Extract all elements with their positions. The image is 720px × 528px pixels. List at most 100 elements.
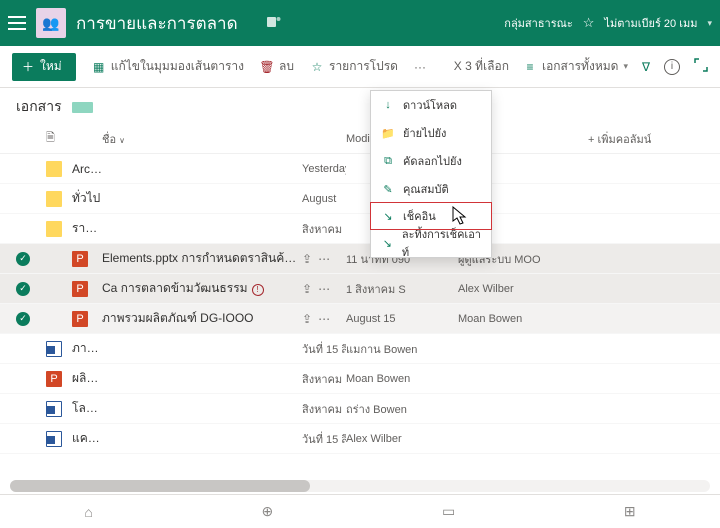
file-name[interactable]: Elements.pptx การกำหนดตราสินค้า! <box>102 249 302 268</box>
delete-label: ลบ <box>279 57 294 76</box>
row-more-icon[interactable]: ⋯ <box>118 402 130 416</box>
file-list: 🗎 ชื่อ∨ Modified + เพิ่มคอลัมน์ ✓ Archive… <box>0 124 720 454</box>
nav-globe-icon[interactable]: ⊕ <box>262 503 274 520</box>
site-logo[interactable]: 👥 <box>36 8 66 38</box>
file-type-header[interactable]: 🗎 <box>46 129 72 148</box>
file-type-icon <box>46 221 62 237</box>
horizontal-scrollbar[interactable] <box>10 480 710 492</box>
move-icon: 📁 <box>381 126 395 140</box>
nav-add-icon[interactable]: ⊞ <box>624 503 636 520</box>
menu-copy[interactable]: ⧉ คัดลอกไปยัง <box>371 147 491 175</box>
file-type-icon <box>46 401 62 417</box>
table-row[interactable]: ✓ภาพรวมผลิตภัณฑ์ DG-2000.doa⇪⋯วันที่ 15 … <box>0 334 720 364</box>
menu-move-label: ย้ายไปยัง <box>403 124 446 142</box>
download-icon: ↓ <box>381 98 395 112</box>
file-name[interactable]: ภาพรวมผลิตภัณฑ์ DG-IOOO <box>102 309 302 328</box>
info-icon[interactable]: i <box>664 59 680 75</box>
row-more-icon[interactable]: ⋯ <box>118 222 130 236</box>
delete-button[interactable]: 🗑 ลบ <box>260 57 294 76</box>
file-name[interactable]: ทั่วไป <box>72 189 102 208</box>
row-more-icon[interactable]: ⋯ <box>318 282 330 296</box>
modified-cell: วันที่ 15 สิงหาคม <box>302 340 346 358</box>
edit-grid-button[interactable]: ▦ แก้ไขในมุมมองเส้นตาราง <box>92 57 244 76</box>
more-button[interactable]: ··· <box>414 60 426 74</box>
table-row[interactable]: ✓โลผลิตภัณฑ์ DG-2000⇪⋯สิงหาคม 15ถร่าง Bo… <box>0 394 720 424</box>
share-icon[interactable]: ⇪ <box>102 222 112 236</box>
row-more-icon[interactable]: ⋯ <box>118 342 130 356</box>
row-more-icon[interactable]: ⋯ <box>118 162 130 176</box>
file-name[interactable]: แคมเปญการตลาดระหว่างประเทศ doa <box>72 429 102 448</box>
modified-cell: Yesterday <box>302 163 346 175</box>
row-checkmark[interactable]: ✓ <box>16 252 30 266</box>
menu-discard-checkout[interactable]: ↘ ละทิ้งการเช็คเอาท์ <box>371 229 491 257</box>
share-icon[interactable]: ⇪ <box>102 192 112 206</box>
add-column-button[interactable]: + เพิ่มคอลัมน์ <box>588 130 688 148</box>
modified-cell: สิงหาคม <box>302 220 346 238</box>
name-header[interactable]: ชื่อ∨ <box>102 130 302 148</box>
file-name[interactable]: โลผลิตภัณฑ์ DG-2000 <box>72 399 102 418</box>
table-row[interactable]: ✓ทั่วไป⇪⋯August <box>0 184 720 214</box>
modified-by-cell: Moan Bowen <box>458 313 588 325</box>
row-more-icon[interactable]: ⋯ <box>118 192 130 206</box>
table-row[interactable]: ✓Archive⇪⋯Yesterday <box>0 154 720 184</box>
share-icon[interactable]: ⇪ <box>102 342 112 356</box>
selection-count[interactable]: X 3 ที่เลือก <box>454 57 509 76</box>
teams-icon[interactable] <box>266 14 282 33</box>
new-button[interactable]: ＋ ใหม่ <box>12 53 76 81</box>
table-row[interactable]: ✓รายงานรายเดือน⇪⋯สิงหาคม <box>0 214 720 244</box>
visibility-label: กลุ่มสาธารณะ <box>504 14 572 32</box>
file-name[interactable]: Ca การตลาดข้ามวัฒนธรรม! <box>102 279 302 298</box>
file-name[interactable]: Archive <box>72 162 102 176</box>
context-menu: ↓ ดาวน์โหลด 📁 ย้ายไปยัง ⧉ คัดลอกไปยัง ✎ … <box>370 90 492 258</box>
properties-icon: ✎ <box>381 182 395 196</box>
table-row[interactable]: ✓PElements.pptx การกำหนดตราสินค้า!⇪⋯11 น… <box>0 244 720 274</box>
star-icon[interactable]: ☆ <box>583 15 595 31</box>
share-icon[interactable]: ⇪ <box>102 432 112 446</box>
menu-properties[interactable]: ✎ คุณสมบัติ <box>371 175 491 203</box>
share-icon[interactable]: ⇪ <box>302 282 312 296</box>
app-bar: 👥 การขายและการตลาด กลุ่มสาธารณะ ☆ ไม่ตาม… <box>0 0 720 46</box>
scrollbar-thumb[interactable] <box>10 480 310 492</box>
file-type-icon: P <box>72 281 88 297</box>
file-name[interactable]: ผลิตภัณฑ์ Pitch.pptx DG-2000 <box>72 369 102 388</box>
table-row[interactable]: ✓PCa การตลาดข้ามวัฒนธรรม!⇪⋯1 สิงหาคม SAl… <box>0 274 720 304</box>
row-more-icon[interactable]: ⋯ <box>118 372 130 386</box>
view-switcher[interactable]: ≡ เอกสารทั้งหมด ▾ <box>523 57 628 76</box>
modified-cell: วันที่ 15 สิงหาคม <box>302 430 346 448</box>
share-icon[interactable]: ⇪ <box>102 402 112 416</box>
members-label[interactable]: ไม่ตามเบียร์ 20 เมม <box>604 14 697 32</box>
expand-icon[interactable] <box>694 58 708 75</box>
row-checkmark[interactable]: ✓ <box>16 312 30 326</box>
pin-button[interactable]: ☆ รายการโปรด <box>310 57 398 76</box>
menu-button[interactable] <box>8 16 26 30</box>
menu-download[interactable]: ↓ ดาวน์โหลด <box>371 91 491 119</box>
breadcrumb[interactable]: เอกสาร <box>16 96 62 118</box>
share-icon[interactable]: ⇪ <box>102 372 112 386</box>
menu-checkin[interactable]: ↘ เช็คอิน <box>370 202 492 230</box>
share-icon[interactable]: ⇪ <box>102 162 112 176</box>
menu-download-label: ดาวน์โหลด <box>403 96 457 114</box>
row-checkmark[interactable]: ✓ <box>16 282 30 296</box>
row-more-icon[interactable]: ⋯ <box>118 432 130 446</box>
menu-move[interactable]: 📁 ย้ายไปยัง <box>371 119 491 147</box>
modified-by-cell: Alex Wilber <box>458 283 588 295</box>
row-more-icon[interactable]: ⋯ <box>318 252 330 266</box>
share-icon[interactable]: ⇪ <box>302 312 312 326</box>
checkin-icon: ↘ <box>381 209 395 223</box>
table-row[interactable]: ✓แคมเปญการตลาดระหว่างประเทศ doa⇪⋯วันที่ … <box>0 424 720 454</box>
table-row[interactable]: ✓Pผลิตภัณฑ์ Pitch.pptx DG-2000⇪⋯สิงหาคม … <box>0 364 720 394</box>
file-type-icon <box>46 431 62 447</box>
nav-home-icon[interactable]: ⌂ <box>84 504 92 520</box>
share-icon[interactable]: ⇪ <box>302 252 312 266</box>
modified-cell: August 15 <box>346 313 458 325</box>
row-more-icon[interactable]: ⋯ <box>318 312 330 326</box>
nav-files-icon[interactable]: ▭ <box>442 503 455 520</box>
file-name[interactable]: ภาพรวมผลิตภัณฑ์ DG-2000.doa <box>72 339 102 358</box>
file-name[interactable]: รายงานรายเดือน <box>72 219 102 238</box>
discard-icon: ↘ <box>381 236 394 250</box>
grid-icon: ▦ <box>92 60 106 74</box>
filter-icon[interactable]: ∇ <box>642 60 650 74</box>
chevron-down-icon[interactable]: ▾ <box>707 18 712 29</box>
column-headers: 🗎 ชื่อ∨ Modified + เพิ่มคอลัมน์ <box>0 124 720 154</box>
table-row[interactable]: ✓Pภาพรวมผลิตภัณฑ์ DG-IOOO⇪⋯August 15Moan… <box>0 304 720 334</box>
